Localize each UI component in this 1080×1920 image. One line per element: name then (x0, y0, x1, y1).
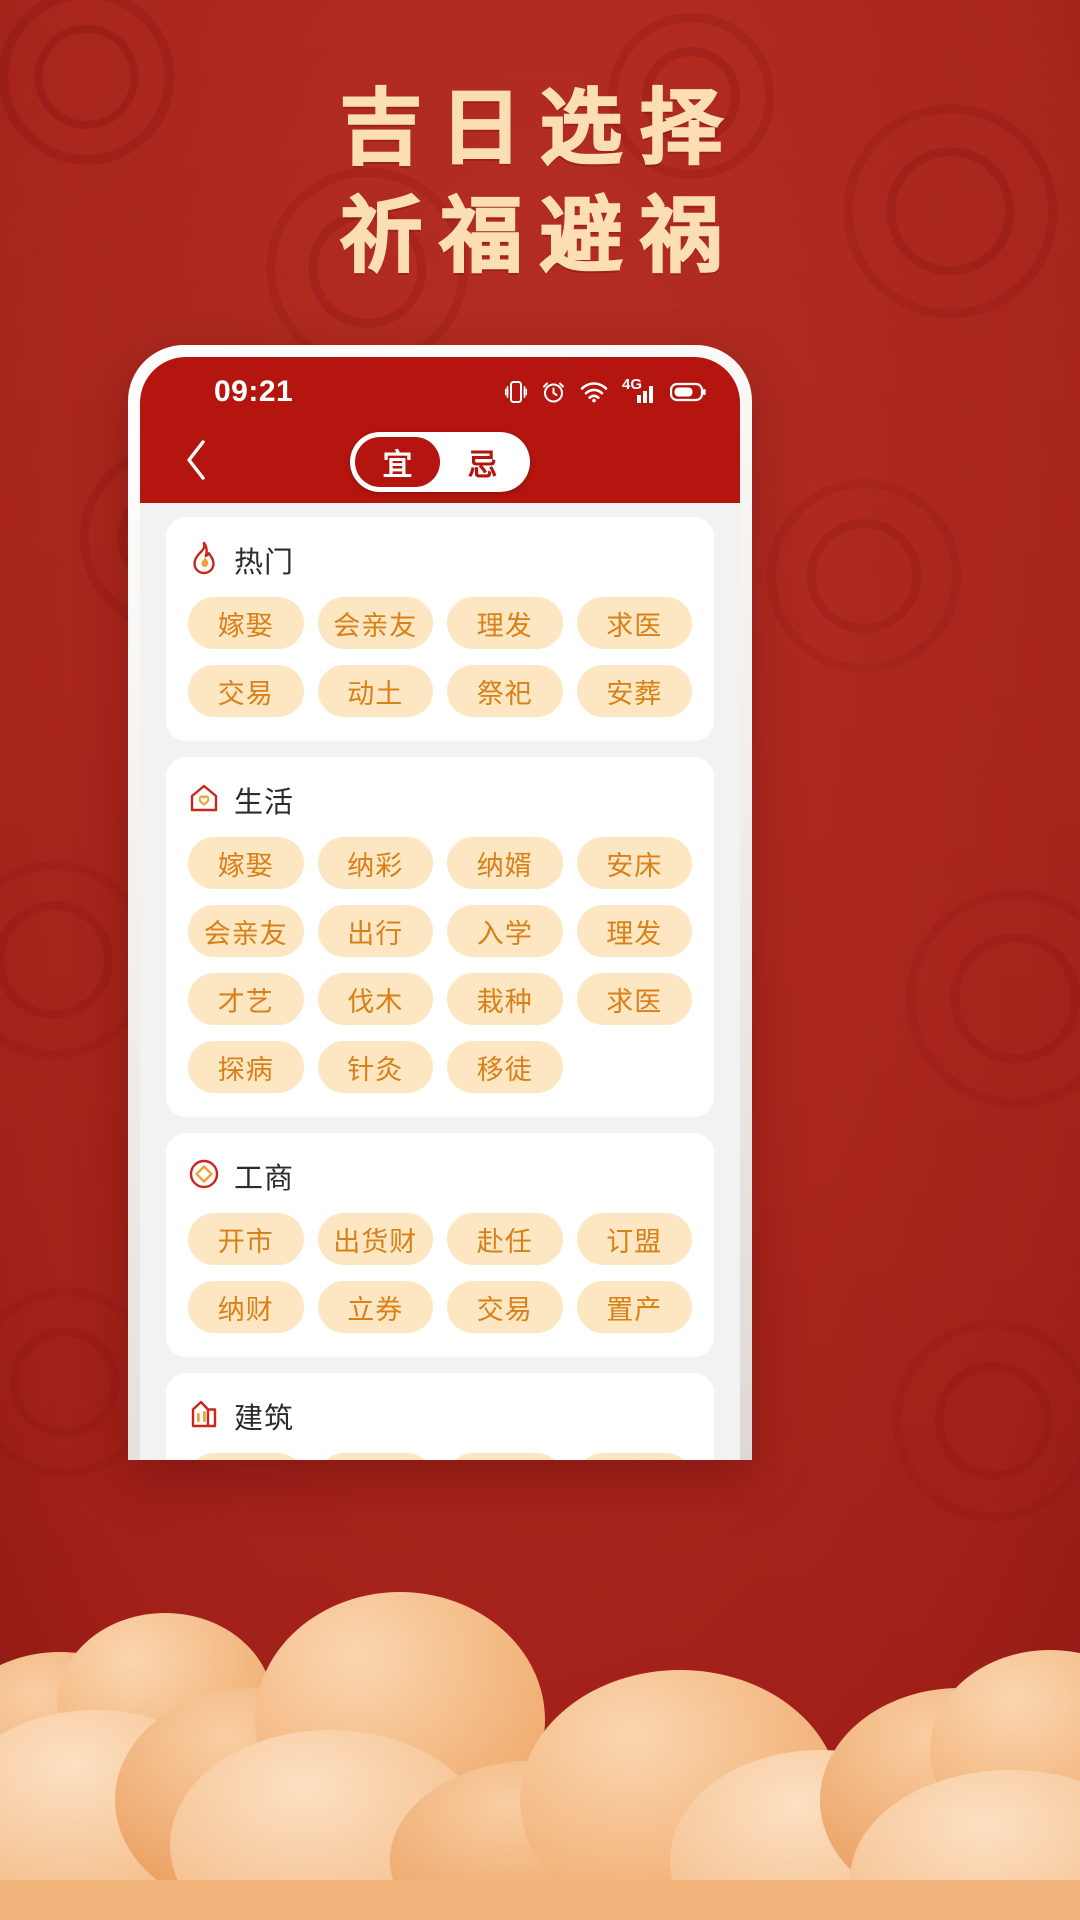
house-heart-icon (188, 782, 220, 819)
nav-bar: 宜 忌 (140, 421, 740, 503)
tag-item[interactable]: 安葬 (576, 665, 692, 717)
tag-item[interactable]: 交易 (447, 1281, 563, 1333)
tag-item[interactable]: 求医 (576, 973, 692, 1025)
tag-item[interactable]: 动土 (576, 1453, 692, 1460)
signal-icon: 4G (622, 379, 656, 405)
section-card-life: 生活 嫁娶 纳彩 纳婿 安床 会亲友 出行 入学 理发 才艺 伐木 栽种 求医 … (166, 757, 714, 1117)
section-title: 生活 (234, 787, 295, 819)
section-header: 生活 (188, 779, 692, 821)
tag-item[interactable]: 会亲友 (188, 905, 304, 957)
tag-item[interactable]: 针灸 (317, 1041, 433, 1093)
hero-title-line-1: 吉日选择 (339, 79, 740, 177)
section-card-construction: 建筑 搬家 盖屋 开梁 动土 作灶 造仓 作梁 上梁 掘井 (166, 1373, 714, 1460)
phone-mockup: 09:21 4G 宜 忌 热门 嫁娶 会亲友 理发 求医 交易 动土 祭祀 安葬… (128, 345, 752, 1460)
section-card-business: 工商 开市 出货财 赴任 订盟 纳财 立券 交易 置产 (166, 1133, 714, 1357)
tag-item[interactable]: 订盟 (576, 1213, 692, 1265)
section-title: 工商 (234, 1163, 295, 1195)
tag-item[interactable]: 出货财 (317, 1213, 433, 1265)
tag-item[interactable]: 纳婿 (447, 837, 563, 889)
section-header: 热门 (188, 539, 692, 581)
tag-item[interactable]: 置产 (576, 1281, 692, 1333)
tag-item[interactable]: 动土 (317, 665, 433, 717)
building-icon (188, 1398, 220, 1435)
tag-item[interactable]: 开市 (188, 1213, 304, 1265)
section-header: 建筑 (188, 1395, 692, 1437)
chevron-left-icon (183, 438, 209, 487)
tag-item[interactable]: 盖屋 (317, 1453, 433, 1460)
vibrate-icon (505, 379, 527, 405)
tag-item[interactable]: 移徒 (447, 1041, 563, 1093)
tag-item[interactable]: 会亲友 (317, 597, 433, 649)
tag-item[interactable]: 祭祀 (447, 665, 563, 717)
tag-item[interactable]: 伐木 (317, 973, 433, 1025)
toggle-option-ji[interactable]: 忌 (440, 437, 525, 487)
tag-grid-construction: 搬家 盖屋 开梁 动土 作灶 造仓 作梁 上梁 掘井 (188, 1453, 692, 1460)
tag-item[interactable]: 开梁 (447, 1453, 563, 1460)
tag-item[interactable]: 入学 (447, 905, 563, 957)
svg-text:4G: 4G (622, 379, 642, 393)
flame-icon (188, 541, 220, 580)
section-card-hot: 热门 嫁娶 会亲友 理发 求医 交易 动土 祭祀 安葬 (166, 517, 714, 741)
section-title: 建筑 (234, 1403, 295, 1435)
tag-item[interactable]: 才艺 (188, 973, 304, 1025)
tag-item[interactable]: 理发 (447, 597, 563, 649)
battery-icon (670, 381, 706, 403)
tag-item[interactable]: 嫁娶 (188, 837, 304, 889)
tag-item[interactable]: 嫁娶 (188, 597, 304, 649)
tag-item[interactable]: 纳彩 (317, 837, 433, 889)
status-time: 09:21 (214, 375, 294, 408)
tag-item[interactable]: 理发 (576, 905, 692, 957)
tag-item[interactable]: 探病 (188, 1041, 304, 1093)
section-header: 工商 (188, 1155, 692, 1197)
status-bar: 09:21 4G (140, 357, 740, 421)
tag-item[interactable]: 栽种 (447, 973, 563, 1025)
tag-item[interactable]: 纳财 (188, 1281, 304, 1333)
alarm-icon (541, 379, 566, 405)
tag-item[interactable]: 赴任 (447, 1213, 563, 1265)
phone-screen: 09:21 4G 宜 忌 热门 嫁娶 会亲友 理发 求医 交易 动土 祭祀 安葬… (140, 357, 740, 1460)
yi-ji-toggle[interactable]: 宜 忌 (350, 432, 530, 492)
tag-grid-life: 嫁娶 纳彩 纳婿 安床 会亲友 出行 入学 理发 才艺 伐木 栽种 求医 探病 … (188, 837, 692, 1093)
tag-item[interactable]: 求医 (576, 597, 692, 649)
status-icon-group: 4G (505, 379, 706, 405)
tag-item[interactable]: 安床 (576, 837, 692, 889)
tag-grid-business: 开市 出货财 赴任 订盟 纳财 立券 交易 置产 (188, 1213, 692, 1333)
tag-item[interactable]: 交易 (188, 665, 304, 717)
tag-item[interactable]: 搬家 (188, 1453, 304, 1460)
tag-grid-hot: 嫁娶 会亲友 理发 求医 交易 动土 祭祀 安葬 (188, 597, 692, 717)
tag-item[interactable]: 立券 (317, 1281, 433, 1333)
diamond-circle-icon (188, 1158, 220, 1195)
section-title: 热门 (234, 547, 295, 579)
back-button[interactable] (170, 436, 222, 488)
toggle-option-yi[interactable]: 宜 (355, 437, 440, 487)
hero-title: 吉日选择 祈福避祸 (0, 74, 1080, 290)
wifi-icon (580, 381, 608, 403)
hero-title-line-2: 祈福避祸 (339, 187, 740, 285)
category-list[interactable]: 热门 嫁娶 会亲友 理发 求医 交易 动土 祭祀 安葬 生活 嫁娶 纳彩 纳婿 … (140, 503, 740, 1460)
tag-item[interactable]: 出行 (317, 905, 433, 957)
